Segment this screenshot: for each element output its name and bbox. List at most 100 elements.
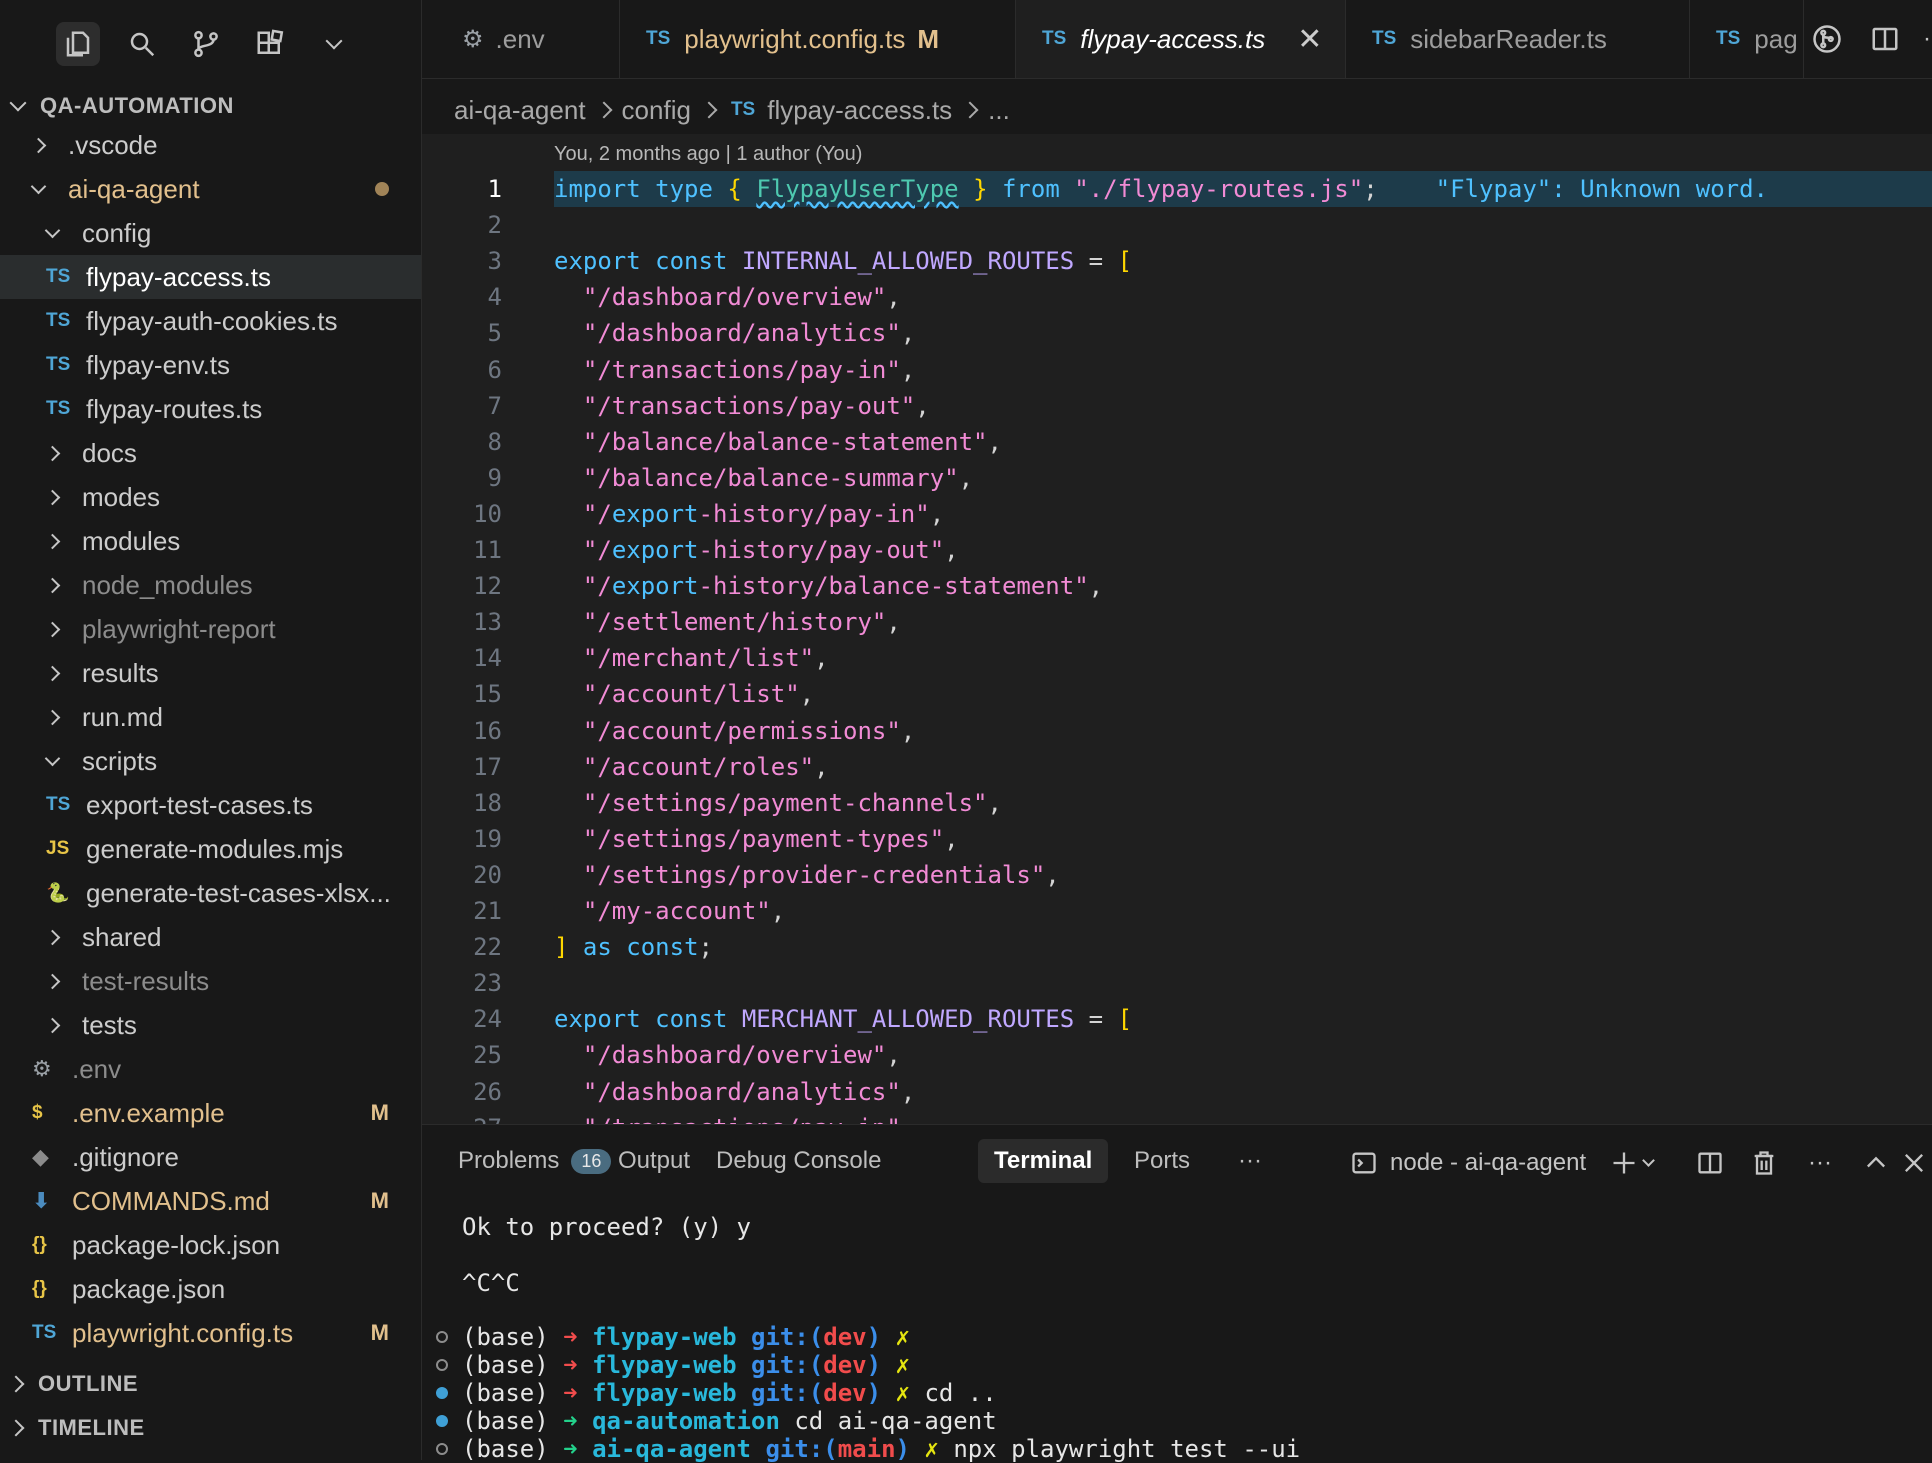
code-line[interactable]: 14 "/merchant/list",: [422, 640, 1932, 676]
tab-terminal[interactable]: Terminal: [978, 1139, 1109, 1183]
tab-output[interactable]: Output: [602, 1139, 706, 1183]
breadcrumb-file[interactable]: flypay-access.ts: [767, 95, 952, 126]
explorer-icon[interactable]: [56, 22, 100, 66]
outline-section-header[interactable]: OUTLINE: [0, 1362, 421, 1406]
code-line[interactable]: 4 "/dashboard/overview",: [422, 279, 1932, 315]
close-panel-icon[interactable]: [1900, 1145, 1928, 1181]
code-line[interactable]: 3 export const INTERNAL_ALLOWED_ROUTES = …: [422, 243, 1932, 279]
code-line[interactable]: 11 "/export-history/pay-out",: [422, 532, 1932, 568]
tree-folder[interactable]: config: [0, 211, 421, 255]
close-icon[interactable]: ✕: [1297, 22, 1322, 57]
tree-folder[interactable]: modules: [0, 519, 421, 563]
tree-folder[interactable]: modes: [0, 475, 421, 519]
code-line[interactable]: 8 "/balance/balance-statement",: [422, 424, 1932, 460]
code-line[interactable]: 7 "/transactions/pay-out",: [422, 388, 1932, 424]
command-status-icon[interactable]: [436, 1359, 448, 1371]
code-line[interactable]: 10 "/export-history/pay-in",: [422, 496, 1932, 532]
command-status-icon[interactable]: [436, 1443, 448, 1455]
tree-file[interactable]: ⬇ COMMANDS.md M: [0, 1179, 421, 1223]
tree-folder[interactable]: .vscode: [0, 123, 421, 167]
code-line[interactable]: 19 "/settings/payment-types",: [422, 821, 1932, 857]
more-actions-icon[interactable]: ···: [1916, 20, 1932, 58]
code-line[interactable]: 12 "/export-history/balance-statement",: [422, 568, 1932, 604]
command-status-icon[interactable]: [436, 1331, 448, 1343]
tab-pag[interactable]: TS pag: [1690, 0, 1804, 78]
tree-folder[interactable]: playwright-report: [0, 607, 421, 651]
terminal[interactable]: Ok to proceed? (y) y ^C^C (base) ➜ flypa…: [422, 1197, 1932, 1463]
code-line[interactable]: 9 "/balance/balance-summary",: [422, 460, 1932, 496]
code-line[interactable]: 20 "/settings/provider-credentials",: [422, 857, 1932, 893]
code-line[interactable]: 21 "/my-account",: [422, 893, 1932, 929]
blame-annotation[interactable]: You, 2 months ago | 1 author (You): [554, 143, 862, 166]
source-control-icon[interactable]: [184, 22, 228, 66]
terminal-selector[interactable]: node - ai-qa-agent: [1350, 1145, 1586, 1181]
code-line[interactable]: 26 "/dashboard/analytics",: [422, 1074, 1932, 1110]
code-line[interactable]: 15 "/account/list",: [422, 676, 1932, 712]
terminal-cmd: npx playwright test --ui: [953, 1435, 1301, 1463]
code-line[interactable]: 25 "/dashboard/overview",: [422, 1037, 1932, 1073]
explorer-section-header[interactable]: QA-AUTOMATION: [0, 84, 421, 128]
tree-file[interactable]: 🐍 generate-test-cases-xlsx...: [0, 871, 421, 915]
tree-file[interactable]: TS playwright.config.ts M: [0, 1311, 421, 1355]
code-line[interactable]: 2: [422, 207, 1932, 243]
code-line[interactable]: 18 "/settings/payment-channels",: [422, 785, 1932, 821]
tab-ports[interactable]: Ports: [1118, 1139, 1206, 1183]
new-terminal-button[interactable]: [1610, 1145, 1655, 1181]
code-line[interactable]: 5 "/dashboard/analytics",: [422, 315, 1932, 351]
tree-file[interactable]: TS flypay-env.ts: [0, 343, 421, 387]
breadcrumb-item[interactable]: ai-qa-agent: [454, 95, 586, 126]
panel-more-tabs[interactable]: ···: [1222, 1139, 1278, 1183]
chevron-down-icon[interactable]: [312, 22, 356, 66]
timeline-section-header[interactable]: TIMELINE: [0, 1406, 421, 1450]
tree-folder[interactable]: results: [0, 651, 421, 695]
code-line[interactable]: 23: [422, 965, 1932, 1001]
tree-file[interactable]: {} package.json: [0, 1267, 421, 1311]
git-compare-icon[interactable]: [1808, 20, 1846, 58]
extensions-icon[interactable]: [248, 22, 292, 66]
search-icon[interactable]: [120, 22, 164, 66]
code-line[interactable]: 27 "/transactions/pay-in",: [422, 1110, 1932, 1124]
code-line[interactable]: 22] as const;: [422, 929, 1932, 965]
tree-file[interactable]: ◆ .gitignore: [0, 1135, 421, 1179]
json-file-icon: {}: [32, 1234, 47, 1255]
split-editor-icon[interactable]: [1866, 20, 1904, 58]
tree-file[interactable]: {} package-lock.json: [0, 1223, 421, 1267]
code-line[interactable]: 6 "/transactions/pay-in",: [422, 352, 1932, 388]
tree-file[interactable]: TS export-test-cases.ts: [0, 783, 421, 827]
tab-problems[interactable]: Problems 16: [442, 1139, 627, 1183]
tree-file[interactable]: TS flypay-auth-cookies.ts: [0, 299, 421, 343]
code-line[interactable]: 13 "/settlement/history",: [422, 604, 1932, 640]
tree-folder[interactable]: shared: [0, 915, 421, 959]
maximize-panel-icon[interactable]: [1862, 1145, 1890, 1181]
tree-file[interactable]: JS generate-modules.mjs: [0, 827, 421, 871]
tree-folder[interactable]: node_modules: [0, 563, 421, 607]
code-line[interactable]: 24 export const MERCHANT_ALLOWED_ROUTES =…: [422, 1001, 1932, 1037]
tab-flypay-access[interactable]: TS flypay-access.ts ✕: [1016, 0, 1346, 78]
tree-file[interactable]: TS flypay-access.ts: [0, 255, 421, 299]
breadcrumb-more[interactable]: ...: [988, 95, 1010, 126]
tree-folder[interactable]: docs: [0, 431, 421, 475]
command-status-icon[interactable]: [436, 1387, 448, 1399]
tab-env[interactable]: ⚙ .env: [436, 0, 620, 78]
split-terminal-icon[interactable]: [1696, 1145, 1724, 1181]
tab-playwright-config[interactable]: TS playwright.config.ts M: [620, 0, 1016, 78]
breadcrumb-item[interactable]: config: [622, 95, 691, 126]
command-status-icon[interactable]: [436, 1415, 448, 1427]
tree-folder[interactable]: test-results: [0, 959, 421, 1003]
tree-file[interactable]: TS flypay-routes.ts: [0, 387, 421, 431]
tab-debug-console[interactable]: Debug Console: [700, 1139, 897, 1183]
tab-sidebar-reader[interactable]: TS sidebarReader.ts: [1346, 0, 1690, 78]
tree-folder[interactable]: tests: [0, 1003, 421, 1047]
trash-icon[interactable]: [1750, 1145, 1778, 1181]
code-line[interactable]: 16 "/account/permissions",: [422, 713, 1932, 749]
tree-folder[interactable]: run.md: [0, 695, 421, 739]
tree-folder[interactable]: ai-qa-agent: [0, 167, 421, 211]
tree-file[interactable]: $ .env.example M: [0, 1091, 421, 1135]
tree-file[interactable]: ⚙ .env: [0, 1047, 421, 1091]
tree-folder[interactable]: scripts: [0, 739, 421, 783]
code-line[interactable]: 17 "/account/roles",: [422, 749, 1932, 785]
code-line[interactable]: 1 import type { FlypayUserType } from "./…: [422, 171, 1932, 207]
code-editor[interactable]: You, 2 months ago | 1 author (You) 1 impo…: [422, 134, 1932, 1124]
panel-more-actions[interactable]: ···: [1808, 1145, 1832, 1181]
tab-label: flypay-access.ts: [1080, 23, 1266, 54]
